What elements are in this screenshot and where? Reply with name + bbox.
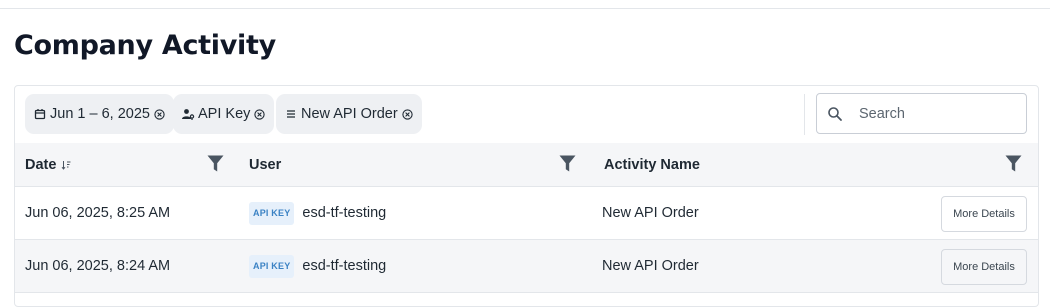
row-activity: New API Order (602, 258, 699, 274)
row-activity: New API Order (602, 205, 699, 221)
filter-icon[interactable] (1005, 155, 1022, 173)
sort-icon[interactable] (61, 160, 71, 170)
column-header-user[interactable]: User (249, 143, 281, 186)
search-icon (827, 106, 843, 122)
toolbar-divider (804, 94, 805, 135)
api-key-badge: API KEY (249, 254, 295, 278)
table-row[interactable]: Jun 06, 2025, 8:25 AM API KEY esd-tf-tes… (15, 187, 1038, 240)
user-key-icon (181, 107, 195, 121)
calendar-icon (33, 107, 47, 121)
activity-panel: Jun 1 – 6, 2025 API Key New API Order Se… (14, 85, 1039, 307)
table-row[interactable]: Jun 06, 2025, 8:24 AM API KEY esd-tf-tes… (15, 240, 1038, 293)
user-type-filter-label: API Key (198, 106, 251, 122)
top-divider (0, 8, 1050, 9)
close-icon[interactable] (254, 108, 266, 120)
api-key-badge: API KEY (249, 201, 295, 225)
close-icon[interactable] (402, 108, 413, 120)
user-type-filter-chip[interactable]: API Key (173, 94, 275, 134)
row-user-name: esd-tf-testing (302, 205, 387, 221)
list-icon (284, 107, 298, 121)
more-details-button[interactable]: More Details (941, 196, 1027, 232)
activity-filter-label: New API Order (301, 106, 398, 122)
row-date: Jun 06, 2025, 8:24 AM (25, 258, 171, 274)
table-header: Date User Activity Name (15, 143, 1038, 187)
more-details-button[interactable]: More Details (941, 249, 1027, 285)
row-user-name: esd-tf-testing (302, 258, 387, 274)
filter-toolbar: Jun 1 – 6, 2025 API Key New API Order (15, 86, 1038, 144)
column-header-user-label: User (249, 156, 282, 173)
date-filter-label: Jun 1 – 6, 2025 (50, 106, 150, 122)
column-header-activity[interactable]: Activity Name (604, 143, 700, 186)
filter-icon[interactable] (559, 155, 576, 173)
column-header-date[interactable]: Date (25, 143, 71, 186)
column-header-date-label: Date (25, 156, 57, 173)
page-title: Company Activity (14, 30, 276, 61)
search-input[interactable] (857, 104, 1021, 123)
date-filter-chip[interactable]: Jun 1 – 6, 2025 (25, 94, 174, 134)
close-icon[interactable] (154, 108, 165, 120)
row-date: Jun 06, 2025, 8:25 AM (25, 205, 171, 221)
row-user: API KEY esd-tf-testing (249, 187, 386, 239)
search-box[interactable] (816, 93, 1027, 134)
filter-icon[interactable] (207, 155, 224, 173)
row-user: API KEY esd-tf-testing (249, 240, 386, 292)
column-header-activity-label: Activity Name (604, 156, 700, 173)
activity-filter-chip[interactable]: New API Order (276, 94, 422, 134)
